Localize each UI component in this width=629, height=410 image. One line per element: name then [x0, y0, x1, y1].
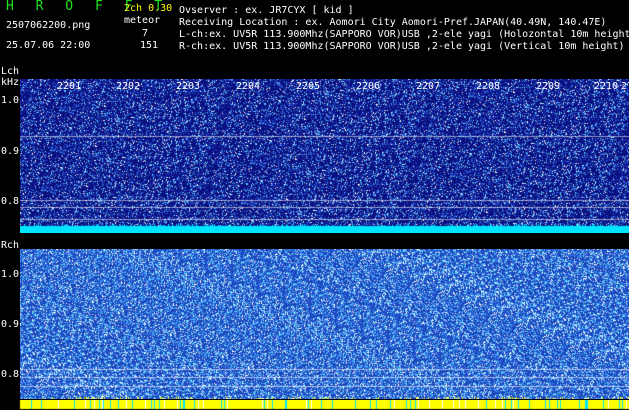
time-tick-2: 2203 [176, 81, 201, 92]
time-tick-5: 2206 [356, 81, 381, 92]
time-tick-6: 2207 [416, 81, 441, 92]
location-info: Receiving Location : ex. Aomori City Aom… [179, 17, 607, 28]
lch-unit-label: kHz [1, 77, 20, 88]
lch-label: Lch [1, 66, 20, 77]
lch-ytick-1.0: 1.0 [1, 95, 20, 106]
rch-ytick-0.9: 0.9 [1, 319, 20, 330]
rch-ytick-0.8: 0.8 [1, 369, 20, 380]
time-tick-0: 2201 [57, 81, 82, 92]
lch-receiver-info: L-ch:ex. UV5R 113.900Mhz(SAPPORO VOR)USB… [179, 29, 629, 40]
status-strip [0, 400, 629, 410]
version-label: 2ch 0.30 [124, 3, 173, 14]
lch-ytick-0.9: 0.9 [1, 146, 20, 157]
date-time: 25.07.06 22:00 [6, 40, 91, 51]
time-tick-8: 2209 [536, 81, 561, 92]
time-tick-10: 2 [621, 81, 628, 92]
lch-meteor-count: 7 [142, 28, 149, 39]
rch-meteor-count: 151 [140, 40, 159, 51]
time-tick-1: 2202 [116, 81, 141, 92]
time-tick-9: 2210 [594, 81, 619, 92]
time-tick-4: 2205 [296, 81, 321, 92]
lch-spectrogram [20, 79, 629, 233]
rch-label: Rch [1, 240, 20, 251]
rch-receiver-info: R-ch:ex. UV5R 113.900Mhz(SAPPORO VOR)USB… [179, 41, 625, 52]
rch-ytick-1.0: 1.0 [1, 269, 20, 280]
file-name: 2507062200.png [6, 20, 91, 31]
meteor-label: meteor [124, 15, 161, 26]
lch-ytick-0.8: 0.8 [1, 196, 20, 207]
time-tick-3: 2204 [236, 81, 261, 92]
rch-spectrogram [20, 249, 629, 399]
time-tick-7: 2208 [476, 81, 501, 92]
observer-info: Ovserver : ex. JR7CYX [ kid ] [179, 5, 354, 16]
